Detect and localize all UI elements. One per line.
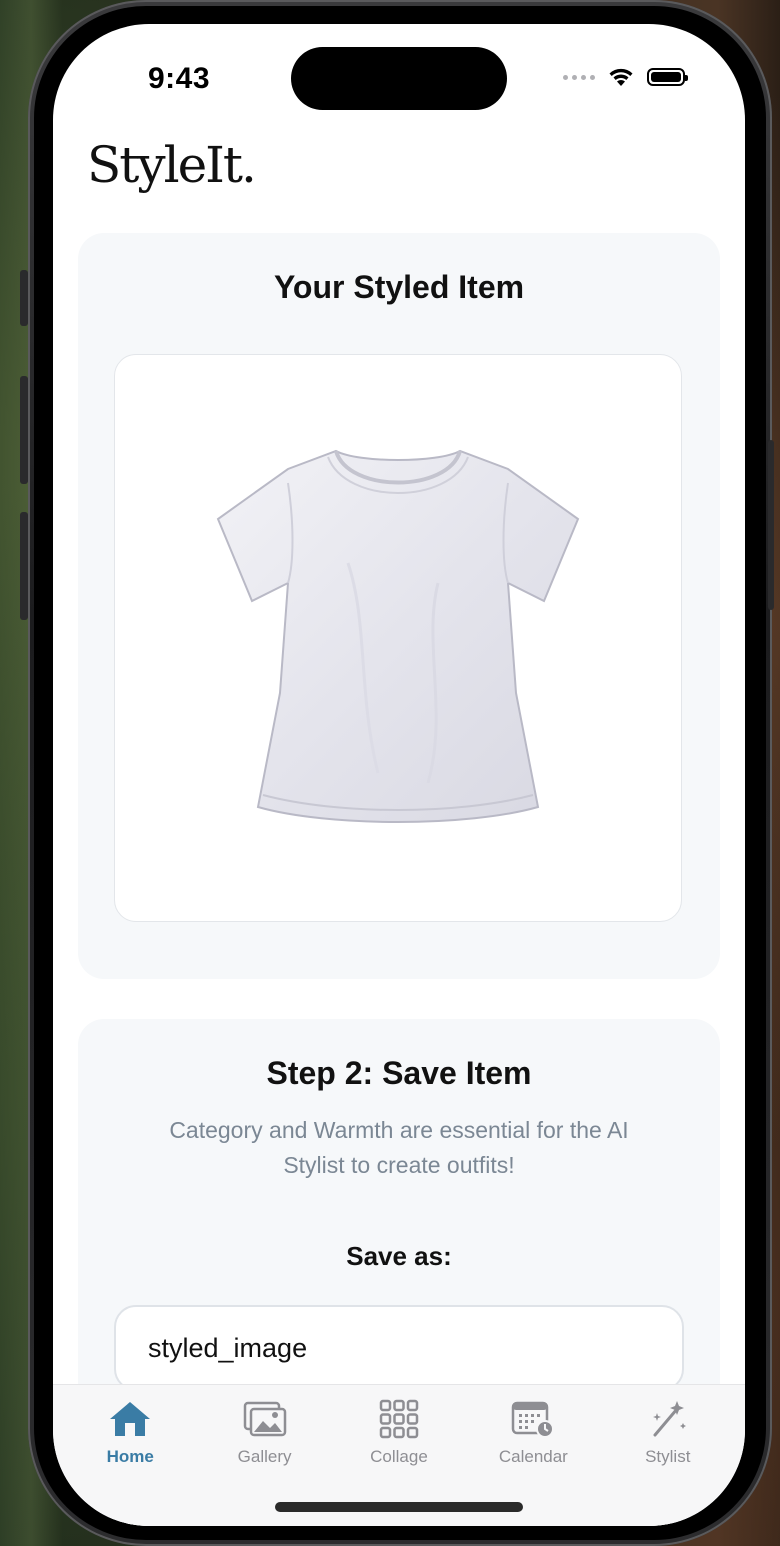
side-button — [768, 440, 774, 610]
status-bar: 9:43 — [53, 24, 745, 134]
tab-label: Calendar — [498, 1447, 568, 1466]
item-name-input[interactable] — [114, 1305, 684, 1391]
styled-item-image[interactable] — [114, 354, 682, 922]
grid-icon — [376, 1399, 422, 1439]
magic-wand-icon — [645, 1399, 691, 1439]
home-indicator — [275, 1502, 523, 1512]
calendar-icon — [510, 1399, 556, 1439]
save-item-title: Step 2: Save Item — [266, 1055, 532, 1091]
tab-stylist[interactable]: Stylist — [608, 1399, 728, 1467]
battery-icon — [647, 68, 688, 86]
dynamic-island — [291, 47, 507, 110]
status-icons — [563, 66, 688, 88]
gallery-icon — [242, 1399, 288, 1439]
save-as-label: Save as: — [346, 1241, 452, 1271]
styled-item-title: Your Styled Item — [273, 269, 525, 305]
app-logo: StyleIt. — [87, 136, 257, 194]
tab-calendar[interactable]: Calendar — [473, 1399, 593, 1467]
tab-collage[interactable]: Collage — [339, 1399, 459, 1467]
tab-label: Collage — [370, 1447, 428, 1466]
side-button — [20, 512, 28, 620]
side-button — [20, 376, 28, 484]
home-icon — [107, 1399, 153, 1439]
signal-icon — [563, 74, 595, 80]
save-item-subtitle: Category and Warmth are essential for th… — [169, 1117, 629, 1178]
tshirt-icon — [216, 449, 580, 823]
status-time: 9:43 — [148, 62, 211, 95]
tab-label: Home — [106, 1447, 154, 1466]
tab-home[interactable]: Home — [70, 1399, 190, 1467]
side-button — [20, 270, 28, 326]
tab-label: Stylist — [645, 1447, 691, 1466]
tab-gallery[interactable]: Gallery — [205, 1399, 325, 1467]
wifi-icon — [609, 68, 633, 86]
tab-label: Gallery — [237, 1447, 292, 1466]
phone-screen: 9:43 StyleIt. Your Styled Item Step 2: S… — [53, 24, 745, 1526]
styled-item-card: Your Styled Item — [78, 233, 720, 979]
